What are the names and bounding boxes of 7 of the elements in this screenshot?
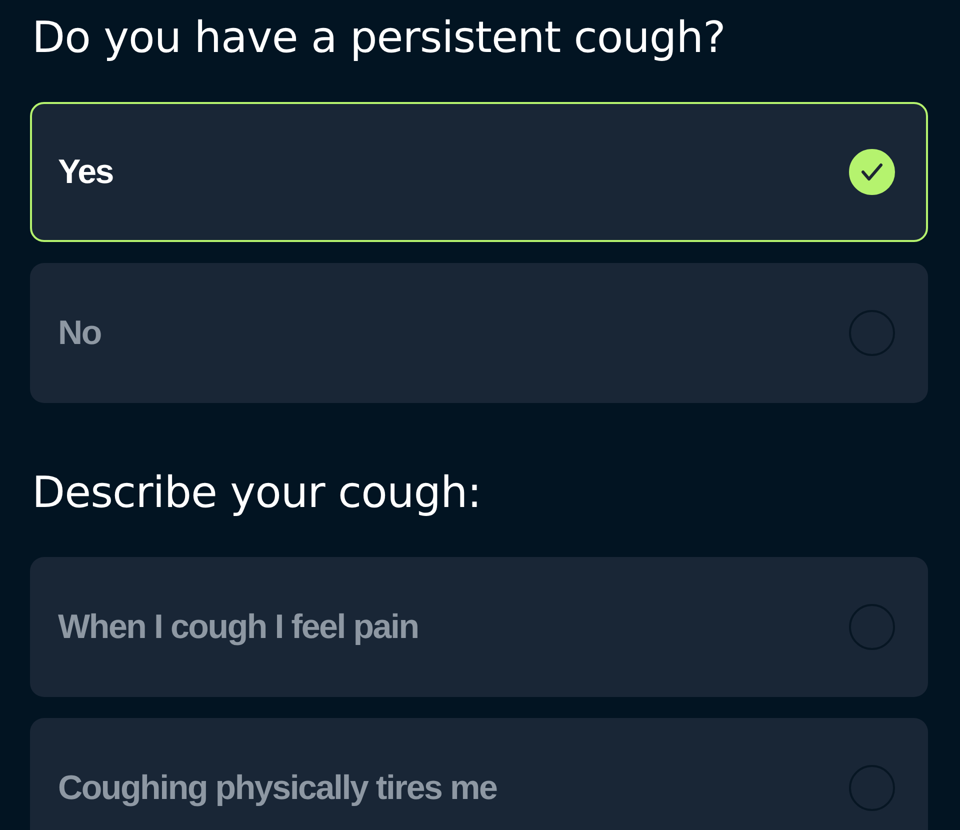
- answer-option[interactable]: No: [30, 263, 928, 403]
- answer-option[interactable]: Yes: [30, 102, 928, 242]
- answer-option[interactable]: Coughing physically tires me: [30, 718, 928, 830]
- answer-option[interactable]: When I cough I feel pain: [30, 557, 928, 697]
- question-title: Describe your cough:: [32, 467, 482, 520]
- question-title: Do you have a persistent cough?: [32, 12, 726, 65]
- check-icon: [849, 149, 895, 195]
